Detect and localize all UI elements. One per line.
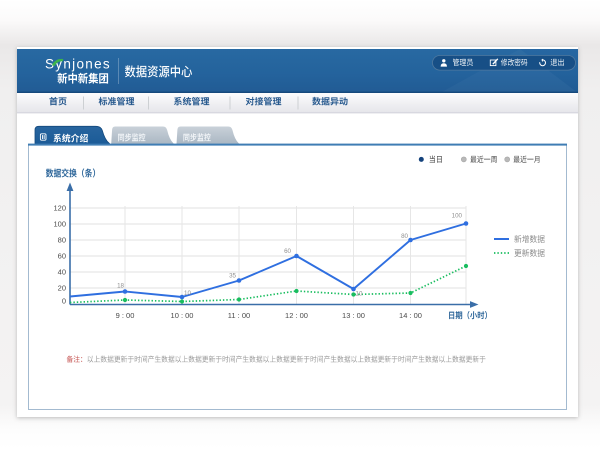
svg-text:18: 18 bbox=[117, 282, 124, 289]
svg-text:120: 120 bbox=[53, 204, 66, 213]
svg-text:11 : 00: 11 : 00 bbox=[228, 311, 250, 320]
svg-text:0: 0 bbox=[62, 297, 66, 306]
svg-text:60: 60 bbox=[58, 252, 66, 261]
svg-text:100: 100 bbox=[452, 213, 463, 220]
svg-text:10: 10 bbox=[356, 290, 363, 297]
svg-text:14 : 00: 14 : 00 bbox=[399, 311, 422, 320]
svg-text:80: 80 bbox=[58, 236, 66, 245]
svg-text:10: 10 bbox=[184, 290, 191, 297]
svg-text:100: 100 bbox=[53, 220, 66, 229]
svg-text:13 : 00: 13 : 00 bbox=[342, 311, 365, 320]
svg-text:80: 80 bbox=[401, 233, 408, 240]
svg-text:10 : 00: 10 : 00 bbox=[171, 311, 194, 320]
svg-text:20: 20 bbox=[58, 284, 66, 293]
svg-text:35: 35 bbox=[229, 272, 236, 279]
svg-text:12 : 00: 12 : 00 bbox=[285, 311, 308, 320]
svg-text:40: 40 bbox=[58, 268, 66, 277]
svg-text:60: 60 bbox=[284, 248, 291, 255]
svg-text:9 : 00: 9 : 00 bbox=[116, 311, 135, 320]
